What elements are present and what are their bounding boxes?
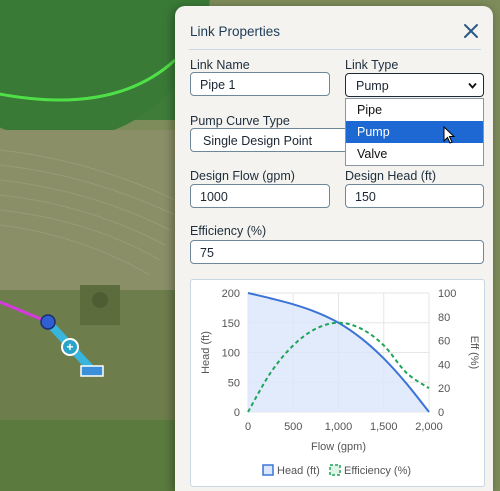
y2-tick-label: 100 [438,288,456,300]
chevron-down-icon [468,82,477,89]
y2-tick-label: 20 [438,383,450,395]
pump-curve-chart-box: 0 50 100 150 200 0 20 40 60 80 100 0 500 1,000 1,500 2,… [190,279,485,487]
pump-curve-label: Pump Curve Type [190,114,290,128]
mouse-cursor-icon [443,126,456,144]
y2-tick-label: 60 [438,336,450,348]
y-tick-label: 200 [222,288,240,300]
efficiency-label: Efficiency (%) [190,224,267,238]
link-type-dropdown[interactable]: Pipe Pump Valve [345,98,484,166]
y-tick-label: 0 [234,407,240,419]
efficiency-input[interactable]: 75 [190,240,484,264]
y-tick-label: 150 [222,318,240,330]
x-axis-label: Flow (gpm) [311,441,366,453]
y2-tick-label: 80 [438,312,450,324]
legend-label-efficiency: Efficiency (%) [344,465,411,477]
x-tick-label: 0 [245,421,251,433]
y-axis-label: Head (ft) [200,331,212,374]
panel-title: Link Properties [190,24,281,39]
design-head-label: Design Head (ft) [345,169,437,183]
link-type-label: Link Type [345,58,399,72]
y-tick-label: 100 [222,348,240,360]
option-valve[interactable]: Valve [346,143,483,165]
y2-axis-label: Eff (%) [468,336,480,369]
tank-icon[interactable] [80,365,104,377]
x-tick-label: 1,000 [325,421,353,433]
svg-text:+: + [66,340,73,354]
pump-curve-select[interactable]: Single Design Point [190,128,346,152]
design-flow-label: Design Flow (gpm) [190,169,295,183]
link-name-input[interactable]: Pipe 1 [190,72,330,96]
y2-tick-label: 40 [438,359,450,371]
design-flow-input[interactable]: 1000 [190,184,330,208]
pump-curve-chart: 0 50 100 150 200 0 20 40 60 80 100 0 500 1,000 1,500 2,… [200,288,480,477]
close-icon[interactable] [461,21,481,41]
design-head-input[interactable]: 150 [345,184,484,208]
legend-label-head: Head (ft) [277,465,320,477]
junction-node[interactable] [40,314,56,330]
option-pump[interactable]: Pump [346,121,483,143]
link-type-value: Pump [356,79,389,93]
legend-swatch-head [262,464,274,476]
header-divider [189,49,481,50]
y2-tick-label: 0 [438,407,444,419]
x-tick-label: 1,500 [370,421,398,433]
x-tick-label: 2,000 [415,421,443,433]
option-pipe[interactable]: Pipe [346,99,483,121]
link-type-select[interactable]: Pump [345,73,484,97]
link-name-label: Link Name [190,58,250,72]
x-tick-label: 500 [284,421,302,433]
y-tick-label: 50 [228,377,240,389]
legend-swatch-efficiency [329,464,341,476]
